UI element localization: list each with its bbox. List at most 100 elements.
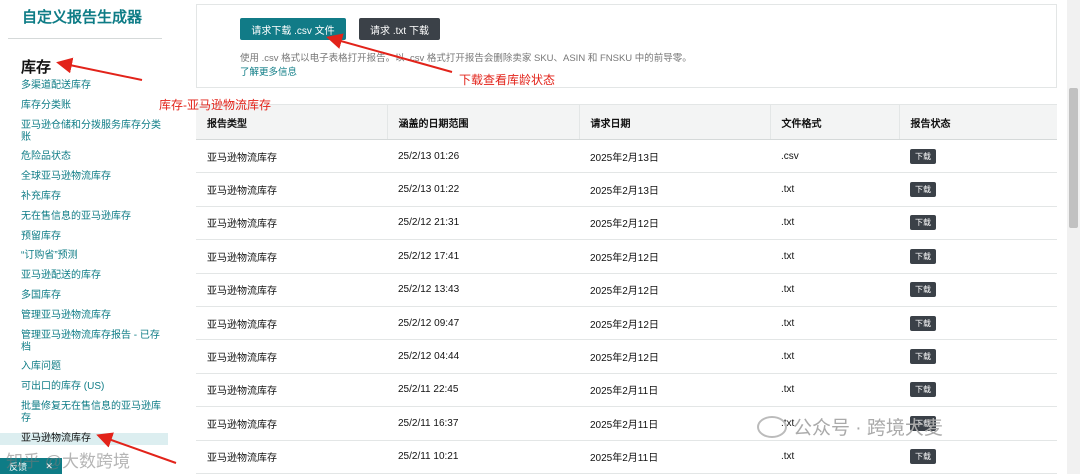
file-format-cell: .txt	[770, 172, 899, 207]
report-type-cell: 亚马逊物流库存	[196, 206, 387, 241]
column-header-file-format[interactable]: 文件格式	[769, 104, 899, 140]
file-format-cell: .txt	[770, 440, 899, 474]
download-button[interactable]: 下载	[910, 182, 936, 198]
sidebar-item[interactable]: 预留库存	[0, 231, 168, 243]
download-button[interactable]: 下载	[910, 248, 936, 264]
file-format-cell: .txt	[770, 306, 899, 341]
report-type-cell: 亚马逊物流库存	[196, 440, 387, 474]
date-range-cell: 25/2/12 13:43	[387, 273, 579, 307]
date-range-cell: 25/2/12 09:47	[387, 306, 579, 341]
report-type-cell: 亚马逊物流库存	[196, 339, 387, 374]
table-row: 亚马逊物流库存 25/2/13 01:22 2025年2月13日 .txt 下载	[196, 172, 1057, 207]
sidebar-item[interactable]: 入库问题	[0, 361, 168, 373]
sidebar-divider	[8, 38, 162, 39]
report-generator-page: 自定义报告生成器 库存 多渠道配送库存 库存分类账亚马逊仓储和分拨服务库存分类账危…	[0, 0, 1080, 474]
request-date-cell: 2025年2月11日	[579, 440, 770, 474]
file-format-cell: .csv	[770, 139, 899, 174]
request-date-cell: 2025年2月12日	[579, 273, 770, 307]
section-heading-inventory: 库存	[21, 59, 52, 76]
file-format-cell: .txt	[770, 206, 899, 241]
request-date-cell: 2025年2月13日	[579, 139, 770, 174]
request-date-cell: 2025年2月13日	[579, 172, 770, 207]
scrollbar-thumb[interactable]	[1069, 88, 1078, 228]
date-range-cell: 25/2/11 10:21	[387, 440, 579, 474]
annotation-download-hint: 下载查看库龄状态	[459, 73, 556, 87]
request-description: 使用 .csv 格式以电子表格打开报告。以 .csv 格式打开报告会删除卖家 S…	[240, 53, 692, 64]
page-scrollbar[interactable]	[1067, 0, 1080, 474]
request-date-cell: 2025年2月11日	[579, 406, 770, 441]
main-content: 请求下载 .csv 文件 请求 .txt 下载 使用 .csv 格式以电子表格打…	[196, 0, 1058, 474]
sidebar: 自定义报告生成器 库存 多渠道配送库存 库存分类账亚马逊仓储和分拨服务库存分类账危…	[0, 0, 168, 474]
sidebar-item[interactable]: 可出口的库存 (US)	[0, 381, 168, 393]
sidebar-item[interactable]: 库存分类账	[0, 100, 168, 112]
table-row: 亚马逊物流库存 25/2/11 22:45 2025年2月11日 .txt 下载	[196, 373, 1057, 408]
request-date-cell: 2025年2月11日	[579, 373, 770, 408]
sidebar-item[interactable]: 管理亚马逊物流库存报告 - 已存档	[0, 330, 168, 354]
report-type-cell: 亚马逊物流库存	[196, 306, 387, 341]
date-range-cell: 25/2/12 04:44	[387, 339, 579, 374]
sidebar-item[interactable]: 亚马逊物流库存	[0, 432, 168, 445]
file-format-cell: .txt	[770, 373, 899, 408]
report-status-cell: 下载	[899, 273, 1057, 307]
report-status-cell: 下载	[899, 306, 1057, 341]
table-row: 亚马逊物流库存 25/2/13 01:26 2025年2月13日 .csv 下载	[196, 139, 1057, 174]
date-range-cell: 25/2/12 21:31	[387, 206, 579, 241]
table-row: 亚马逊物流库存 25/2/12 04:44 2025年2月12日 .txt 下载	[196, 339, 1057, 374]
column-header-report-status[interactable]: 报告状态	[898, 104, 1057, 140]
learn-more-link[interactable]: 了解更多信息	[240, 64, 297, 78]
column-header-date-range[interactable]: 涵盖的日期范围	[386, 104, 579, 140]
report-status-cell: 下载	[899, 239, 1057, 274]
table-row: 亚马逊物流库存 25/2/12 17:41 2025年2月12日 .txt 下载	[196, 239, 1057, 274]
request-csv-button[interactable]: 请求下载 .csv 文件	[240, 18, 346, 40]
download-button[interactable]: 下载	[910, 215, 936, 231]
table-row: 亚马逊物流库存 25/2/12 13:43 2025年2月12日 .txt 下载	[196, 273, 1057, 307]
report-type-cell: 亚马逊物流库存	[196, 406, 387, 441]
report-status-cell: 下载	[899, 206, 1057, 241]
download-button[interactable]: 下载	[910, 148, 936, 164]
download-button[interactable]: 下载	[910, 282, 936, 298]
report-type-cell: 亚马逊物流库存	[196, 139, 387, 174]
sidebar-item[interactable]: 补充库存	[0, 191, 168, 203]
sidebar-item[interactable]: 危险品状态	[0, 151, 168, 163]
date-range-cell: 25/2/12 17:41	[387, 239, 579, 274]
report-status-cell: 下载	[899, 373, 1057, 408]
report-status-cell: 下载	[899, 339, 1057, 374]
report-type-cell: 亚马逊物流库存	[196, 273, 387, 307]
sidebar-item[interactable]: 全球亚马逊物流库存	[0, 171, 168, 183]
request-txt-button[interactable]: 请求 .txt 下载	[359, 18, 440, 40]
request-date-cell: 2025年2月12日	[579, 206, 770, 241]
download-button[interactable]: 下载	[910, 349, 936, 365]
report-type-cell: 亚马逊物流库存	[196, 373, 387, 408]
request-date-cell: 2025年2月12日	[579, 339, 770, 374]
report-type-cell: 亚马逊物流库存	[196, 239, 387, 274]
request-date-cell: 2025年2月12日	[579, 239, 770, 274]
report-status-cell: 下载	[899, 172, 1057, 207]
sidebar-nav-list: 多渠道配送库存 库存分类账亚马逊仓储和分拨服务库存分类账危险品状态全球亚马逊物流库…	[0, 80, 168, 453]
file-format-cell: .txt	[770, 273, 899, 307]
wechat-icon	[757, 415, 787, 438]
request-date-cell: 2025年2月12日	[579, 306, 770, 341]
sidebar-item[interactable]: 多渠道配送库存	[0, 80, 168, 92]
sidebar-item[interactable]: 亚马逊配送的库存	[0, 270, 168, 282]
download-button[interactable]: 下载	[910, 449, 936, 465]
date-range-cell: 25/2/11 16:37	[387, 406, 579, 441]
app-title: 自定义报告生成器	[22, 9, 143, 26]
sidebar-item[interactable]: 管理亚马逊物流库存	[0, 310, 168, 322]
sidebar-item[interactable]: 多国库存	[0, 290, 168, 302]
report-status-cell: 下载	[899, 139, 1057, 174]
report-status-cell: 下载	[899, 440, 1057, 474]
table-row: 亚马逊物流库存 25/2/12 21:31 2025年2月12日 .txt 下载	[196, 206, 1057, 241]
download-button[interactable]: 下载	[910, 382, 936, 398]
table-row: 亚马逊物流库存 25/2/11 10:21 2025年2月11日 .txt 下载	[196, 440, 1057, 474]
sidebar-item[interactable]: “订购省”预测	[0, 250, 168, 262]
report-type-cell: 亚马逊物流库存	[196, 172, 387, 207]
watermark-left: 知乎 @大数跨境	[6, 452, 130, 471]
sidebar-item[interactable]: 无在售信息的亚马逊库存	[0, 211, 168, 223]
sidebar-item[interactable]: 批量修复无在售信息的亚马逊库存	[0, 401, 168, 425]
request-panel: 请求下载 .csv 文件 请求 .txt 下载 使用 .csv 格式以电子表格打…	[196, 4, 1057, 88]
download-button[interactable]: 下载	[910, 315, 936, 331]
sidebar-item[interactable]: 亚马逊仓储和分拨服务库存分类账	[0, 120, 168, 144]
date-range-cell: 25/2/11 22:45	[387, 373, 579, 408]
table-header-row: 报告类型 涵盖的日期范围 请求日期 文件格式 报告状态	[196, 104, 1057, 140]
column-header-request-date[interactable]: 请求日期	[578, 104, 770, 140]
